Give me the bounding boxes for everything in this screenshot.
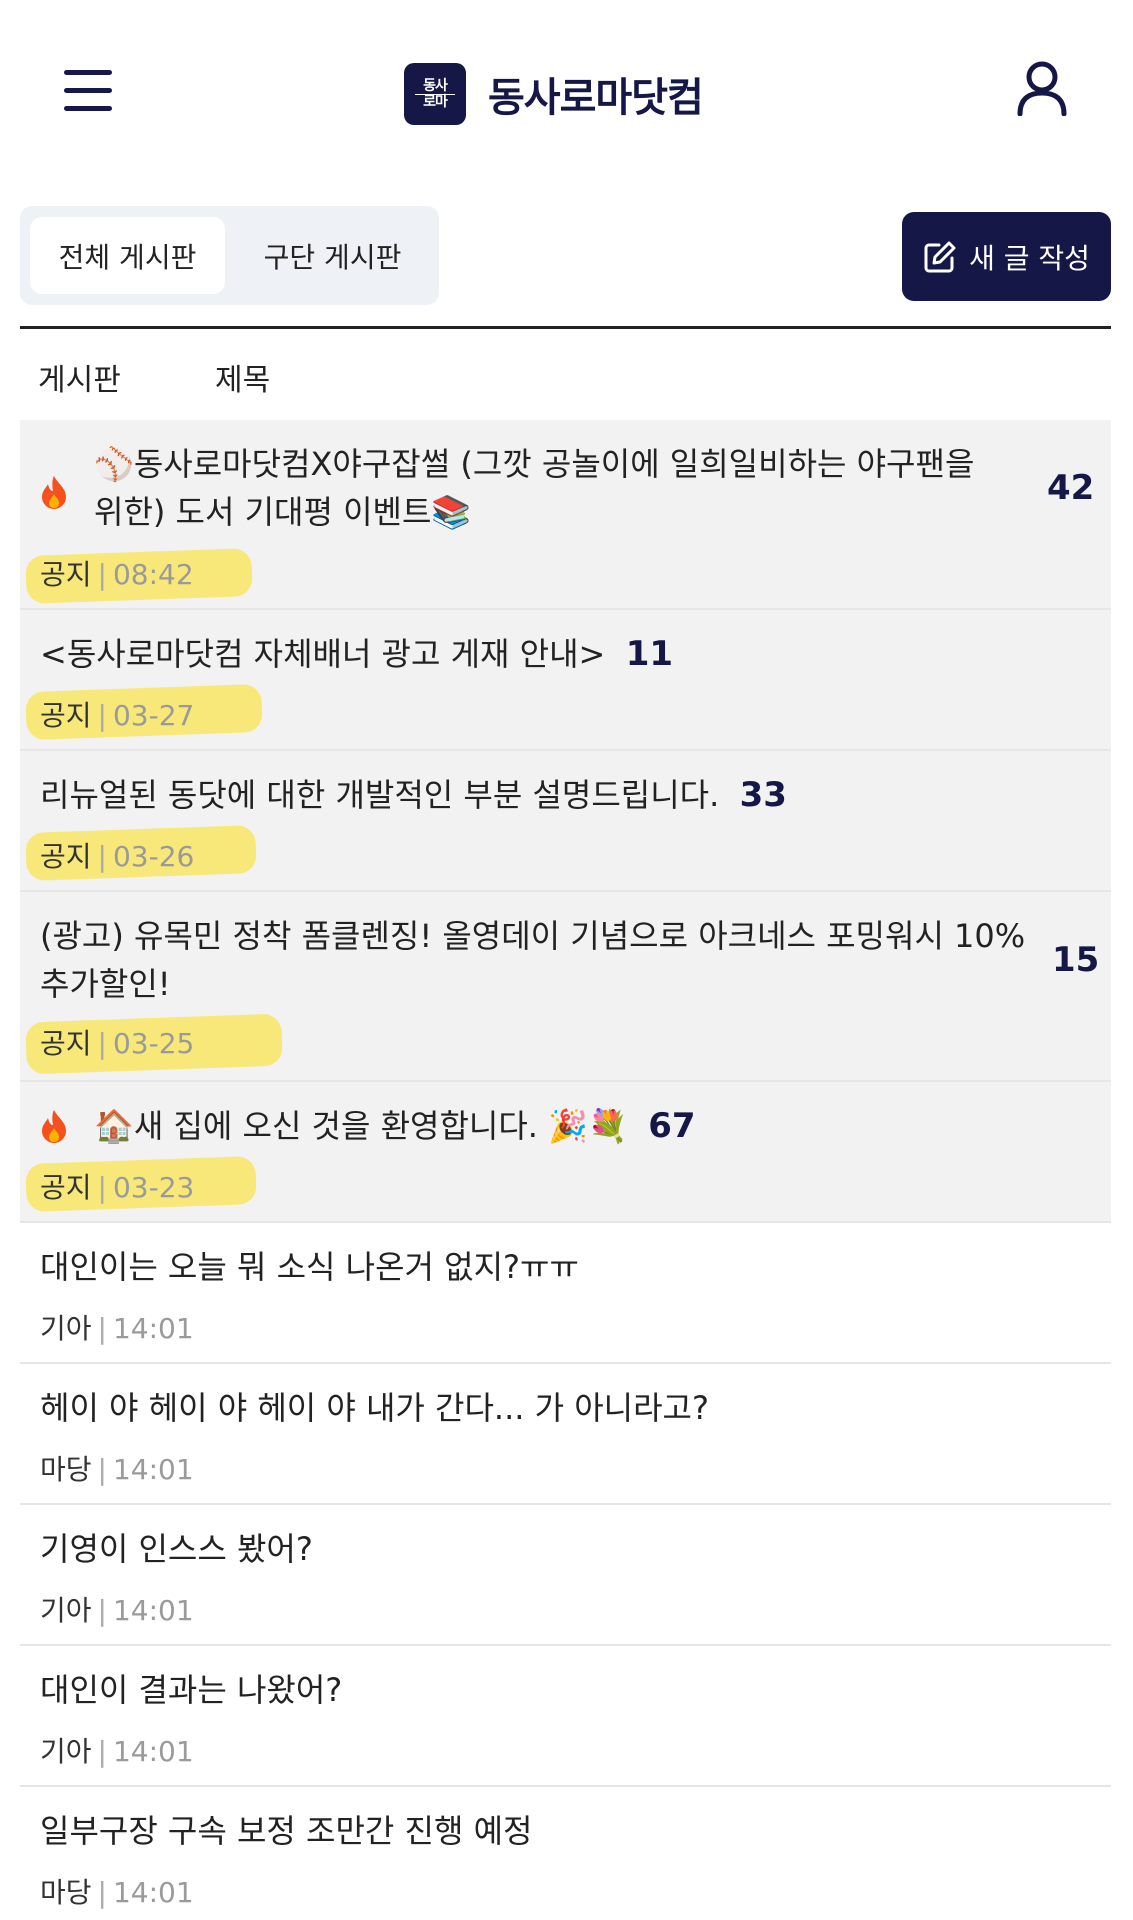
post-time: 14:01 [112, 1594, 194, 1627]
post-title: 대인이 결과는 나왔어? [40, 1671, 343, 1709]
comment-count: 42 [1047, 468, 1095, 508]
post-time: 08:42 [112, 558, 194, 591]
board-name: 공지 [40, 699, 92, 732]
board-name: 공지 [40, 1027, 92, 1060]
post-meta: 공지 | 03-27 [40, 699, 195, 732]
post-title: 기영이 인스스 봤어? [40, 1530, 313, 1568]
post-row[interactable]: 대인이 결과는 나왔어? 기아 | 14:01 [20, 1646, 1111, 1787]
board-name: 공지 [40, 558, 92, 591]
post-meta: 공지 | 03-25 [40, 1027, 195, 1060]
tab-team-boards[interactable]: 구단 게시판 [235, 217, 430, 294]
post-meta: 기아 | 14:01 [40, 1312, 194, 1345]
logo-mark-icon: 동사 로마 [404, 63, 466, 125]
board-name: 공지 [40, 1171, 92, 1204]
post-title: 🏠새 집에 오신 것을 환영합니다. 🎉💐 67 [94, 1106, 696, 1146]
fire-icon [42, 1110, 66, 1143]
post-row[interactable]: 기영이 인스스 봤어? 기아 | 14:01 [20, 1505, 1111, 1646]
board-tabs: 전체 게시판 구단 게시판 [20, 206, 439, 305]
tab-all-boards[interactable]: 전체 게시판 [30, 217, 225, 294]
board-name: 기아 [40, 1312, 92, 1345]
post-title: 리뉴얼된 동닷에 대한 개발적인 부분 설명드립니다. 33 [40, 775, 787, 815]
post-title: 일부구장 구속 보정 조만간 진행 예정 [40, 1812, 533, 1850]
edit-icon [924, 241, 956, 272]
post-meta: 마당 | 14:01 [40, 1876, 194, 1909]
site-name: 동사로마닷컴 [488, 75, 704, 121]
post-title: 헤이 야 헤이 야 헤이 야 내가 간다... 가 아니라고? [40, 1389, 709, 1427]
post-time: 14:01 [112, 1453, 194, 1486]
post-time: 03-26 [112, 840, 195, 873]
post-meta: 공지 | 08:42 [40, 558, 194, 591]
site-logo[interactable]: 동사 로마 동사로마닷컴 [404, 62, 704, 126]
post-time: 14:01 [112, 1312, 194, 1345]
board-name: 마당 [40, 1876, 92, 1909]
column-header: 게시판 제목 [20, 326, 1111, 423]
column-title: 제목 [215, 363, 271, 398]
post-meta: 기아 | 14:01 [40, 1735, 194, 1768]
post-title-cont: 위한) 도서 기대평 이벤트📚 [94, 493, 472, 531]
post-meta: 기아 | 14:01 [40, 1594, 194, 1627]
comment-count: 67 [648, 1106, 696, 1146]
column-board: 게시판 [38, 363, 121, 398]
post-time: 14:01 [112, 1735, 194, 1768]
post-row-notice[interactable]: ⚾동사로마닷컴X야구잡썰 (그깟 공놀이에 일희일비하는 야구팬을 위한) 도서… [20, 420, 1111, 610]
write-post-label: 새 글 작성 [969, 241, 1090, 275]
post-row-notice[interactable]: <동사로마닷컴 자체배너 광고 게재 안내> 11 공지 | 03-27 [20, 610, 1111, 751]
post-meta: 공지 | 03-26 [40, 840, 195, 873]
post-title: 대인이는 오늘 뭐 소식 나온거 없지?ㅠㅠ [40, 1248, 579, 1286]
comment-count: 33 [739, 775, 787, 815]
app-header: 동사 로마 동사로마닷컴 [0, 0, 1133, 180]
post-time: 03-27 [112, 699, 195, 732]
post-time: 14:01 [112, 1876, 194, 1909]
fire-icon [42, 476, 66, 509]
post-row-notice[interactable]: 리뉴얼된 동닷에 대한 개발적인 부분 설명드립니다. 33 공지 | 03-26 [20, 751, 1111, 892]
post-time: 03-25 [112, 1027, 195, 1060]
post-time: 03-23 [112, 1171, 195, 1204]
post-title: (광고) 유목민 정착 폼클렌징! 올영데이 기념으로 아크네스 포밍워시 10… [40, 917, 1026, 955]
post-meta: 마당 | 14:01 [40, 1453, 194, 1486]
post-title: <동사로마닷컴 자체배너 광고 게재 안내> 11 [40, 634, 674, 674]
post-title-cont: 추가할인! [40, 965, 171, 1003]
comment-count: 11 [625, 634, 674, 674]
board-name: 기아 [40, 1594, 92, 1627]
hamburger-menu-icon[interactable] [64, 70, 112, 112]
post-row[interactable]: 헤이 야 헤이 야 헤이 야 내가 간다... 가 아니라고? 마당 | 14:01 [20, 1364, 1111, 1505]
board-name: 기아 [40, 1735, 92, 1768]
post-row-notice[interactable]: (광고) 유목민 정착 폼클렌징! 올영데이 기념으로 아크네스 포밍워시 10… [20, 892, 1111, 1082]
post-row-notice[interactable]: 🏠새 집에 오신 것을 환영합니다. 🎉💐 67 공지 | 03-23 [20, 1082, 1111, 1223]
post-row[interactable]: 대인이는 오늘 뭐 소식 나온거 없지?ㅠㅠ 기아 | 14:01 [20, 1223, 1111, 1364]
write-post-button[interactable]: 새 글 작성 [902, 212, 1111, 301]
board-name: 마당 [40, 1453, 92, 1486]
user-profile-icon[interactable] [1016, 60, 1068, 117]
post-title: ⚾동사로마닷컴X야구잡썰 (그깟 공놀이에 일희일비하는 야구팬을 [94, 445, 975, 483]
comment-count: 15 [1052, 940, 1100, 980]
post-row[interactable]: 일부구장 구속 보정 조만간 진행 예정 마당 | 14:01 [20, 1787, 1111, 1920]
board-name: 공지 [40, 840, 92, 873]
post-meta: 공지 | 03-23 [40, 1171, 195, 1204]
